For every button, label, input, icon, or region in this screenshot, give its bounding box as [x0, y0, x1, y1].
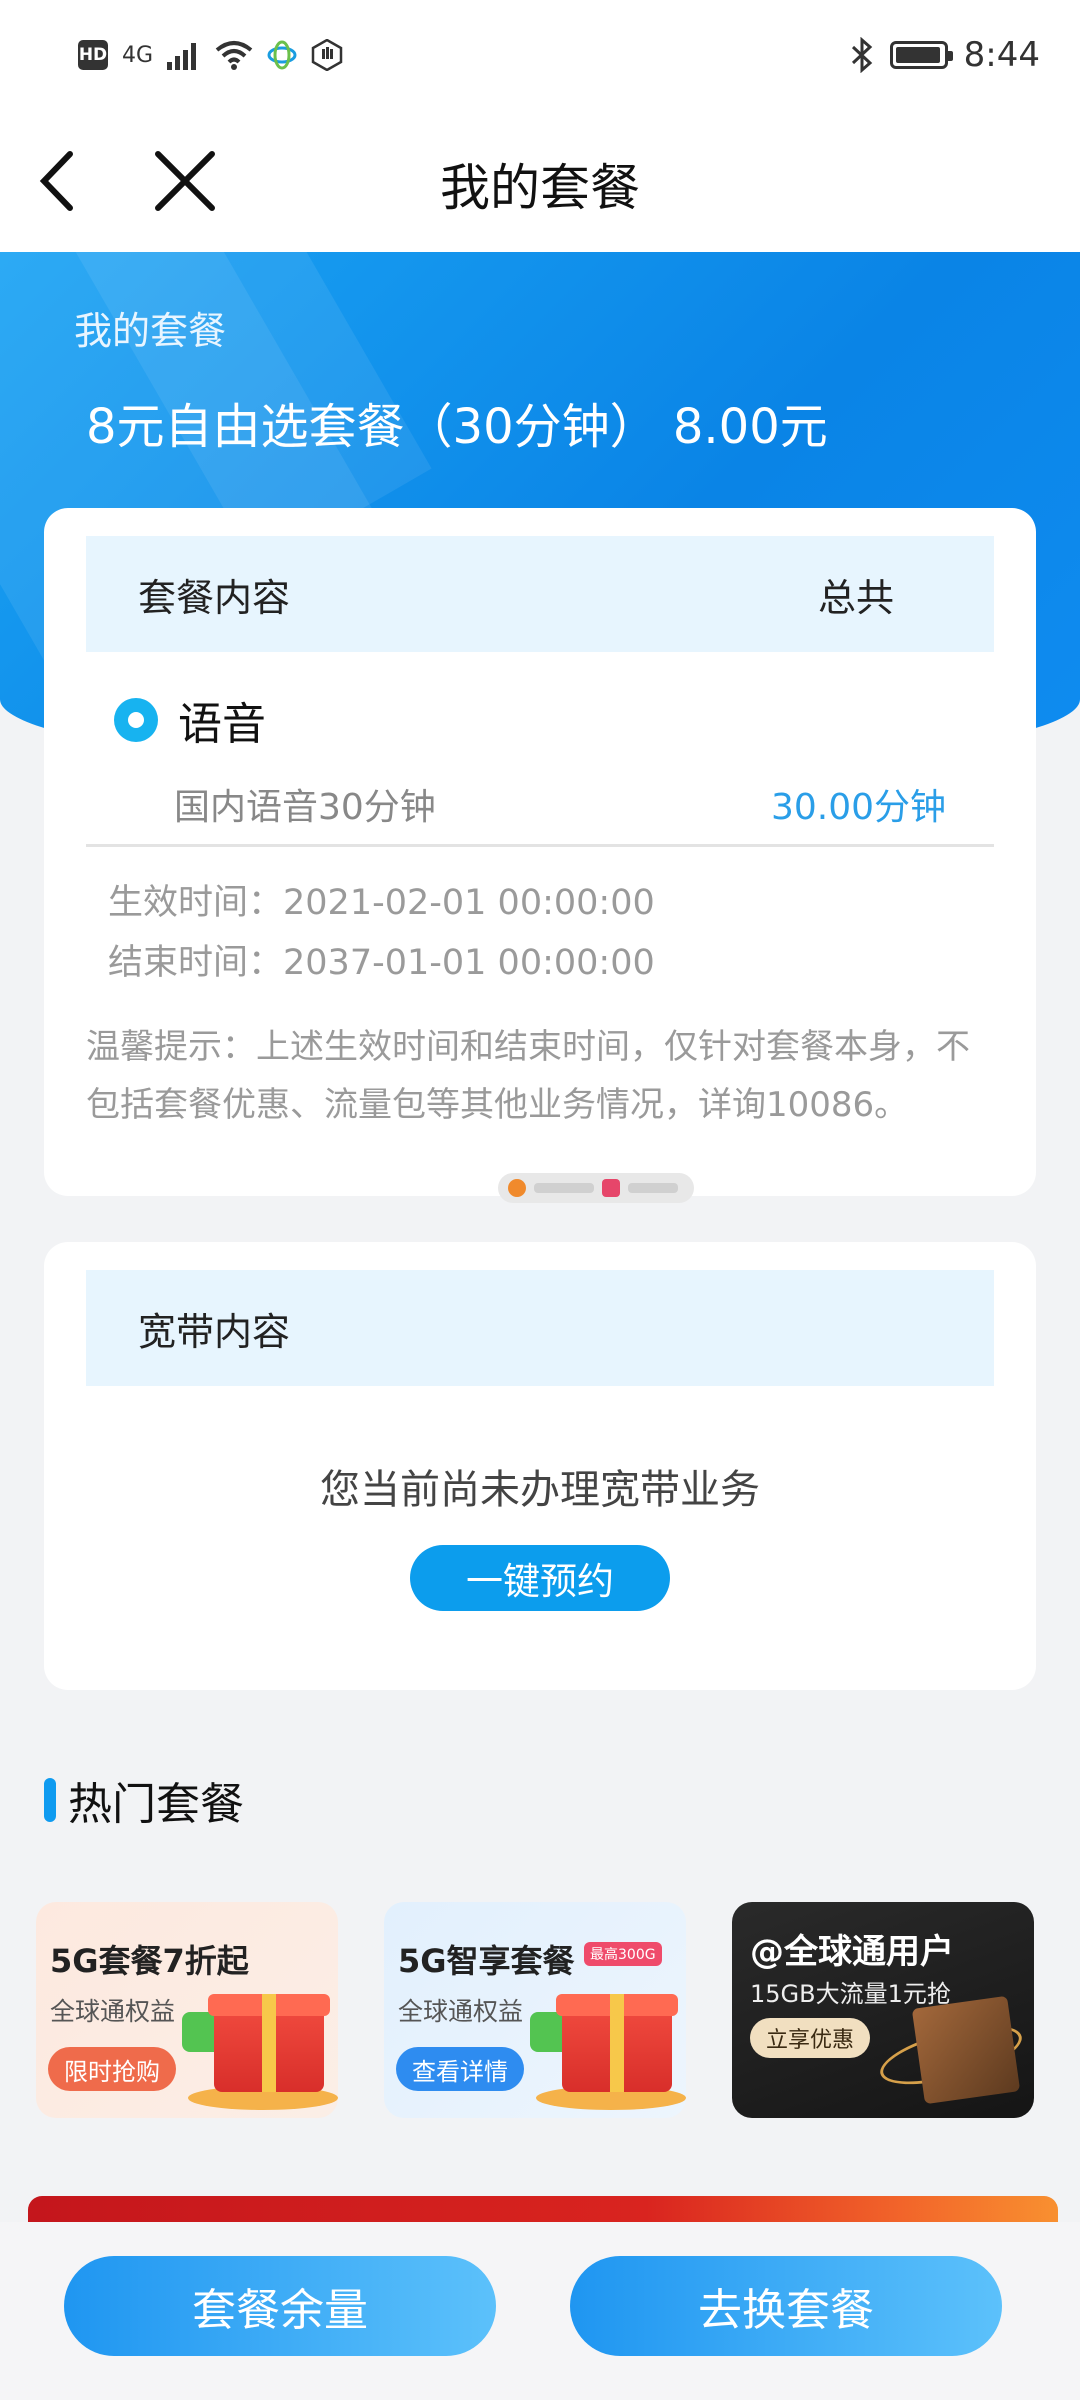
package-content-label: 套餐内容	[138, 575, 291, 620]
promo-2-subtitle: 全球通权益	[398, 1997, 524, 2026]
voice-item-row: 国内语音30分钟 30.00分钟	[174, 778, 946, 830]
current-plan: 8元自由选套餐（30分钟） 8.00元	[86, 399, 828, 455]
gift-box-icon	[208, 1994, 330, 2092]
package-card-header: 套餐内容 总共	[86, 536, 994, 652]
end-time-row: 结束时间：2037-01-01 00:00:00	[108, 934, 655, 985]
broadband-card: 宽带内容 您当前尚未办理宽带业务 一键预约	[44, 1242, 1036, 1690]
status-left: HD 4G	[78, 39, 343, 71]
effective-time-row: 生效时间：2021-02-01 00:00:00	[108, 874, 655, 925]
end-time-label: 结束时间：	[108, 943, 284, 983]
hot-packages-title: 热门套餐	[44, 1768, 244, 1832]
reserve-button[interactable]: 一键预约	[410, 1545, 670, 1611]
package-card: 套餐内容 总共 语音 国内语音30分钟 30.00分钟 生效时间：2021-02…	[44, 508, 1036, 1203]
voice-item-amount: 30.00分钟	[770, 787, 946, 828]
promo-3-button[interactable]: 立享优惠	[750, 2018, 871, 2058]
hand-icon	[311, 39, 343, 71]
page-title: 我的套餐	[440, 159, 640, 217]
status-bar: HD 4G 8:44	[0, 0, 1080, 110]
promo-banner-2[interactable]: 5G智享套餐 最高300G 全球通权益 查看详情	[384, 1902, 686, 2118]
broadband-content-label: 宽带内容	[138, 1309, 291, 1354]
plan-label: 我的套餐	[74, 309, 227, 353]
change-plan-button[interactable]: 去换套餐	[570, 2256, 1002, 2356]
voice-category: 语音	[114, 688, 266, 752]
promo-1-subtitle: 全球通权益	[50, 1997, 176, 2026]
total-label: 总共	[817, 575, 894, 620]
data-box-icon	[911, 1995, 1021, 2105]
watermark	[498, 1173, 694, 1203]
broadband-empty-text: 您当前尚未办理宽带业务	[320, 1467, 760, 1513]
promo-2-button[interactable]: 查看详情	[396, 2047, 524, 2091]
effective-time-value: 2021-02-01 00:00:00	[283, 883, 655, 923]
remaining-balance-button[interactable]: 套餐余量	[64, 2256, 496, 2356]
network-type: 4G	[122, 42, 154, 68]
promo-1-title: 5G套餐7折起	[50, 1942, 249, 1980]
voice-item-name: 国内语音30分钟	[174, 787, 436, 828]
status-right: 8:44	[850, 35, 1040, 75]
promo-1-button[interactable]: 限时抢购	[48, 2047, 176, 2091]
effective-time-label: 生效时间：	[108, 883, 284, 923]
broadband-card-header: 宽带内容	[86, 1270, 994, 1386]
nav-bar: 我的套餐	[0, 110, 1080, 252]
promo-2-badge: 最高300G	[584, 1942, 662, 1966]
promo-banner-3[interactable]: @全球通用户 15GB大流量1元抢 立享优惠	[732, 1902, 1034, 2118]
bluetooth-icon	[851, 37, 872, 73]
bottom-action-bar: 套餐余量 去换套餐	[0, 2222, 1080, 2400]
battery-icon	[889, 41, 953, 69]
divider	[86, 844, 994, 847]
promo-banner-1[interactable]: 5G套餐7折起 全球通权益 限时抢购	[36, 1902, 338, 2118]
voice-category-label: 语音	[178, 699, 266, 750]
promo-2-title: 5G智享套餐	[398, 1942, 575, 1980]
promo-3-subtitle: 15GB大流量1元抢	[750, 1980, 951, 2008]
end-time-value: 2037-01-01 00:00:00	[283, 943, 655, 983]
wifi-icon	[215, 41, 253, 70]
gift-box-icon	[556, 1994, 678, 2092]
hd-icon: HD	[78, 40, 108, 70]
signal-icon	[167, 43, 197, 70]
warm-tip: 温馨提示：上述生效时间和结束时间，仅针对套餐本身，不包括套餐优惠、流量包等其他业…	[86, 1027, 970, 1125]
carrier-logo-icon	[267, 40, 297, 70]
promo-3-title: @全球通用户	[750, 1932, 954, 1972]
radio-dot-icon	[114, 698, 158, 742]
status-time: 8:44	[963, 35, 1040, 75]
